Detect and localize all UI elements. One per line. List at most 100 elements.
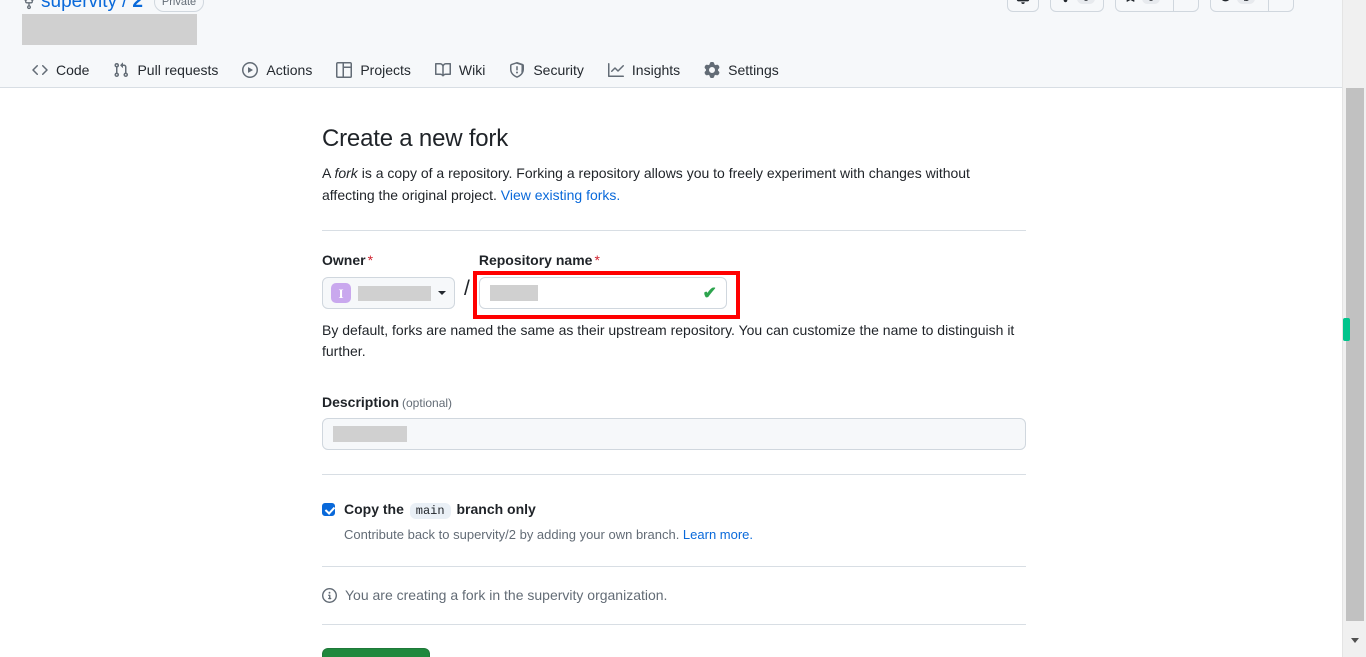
watch-button-main[interactable]: 1 [1211, 0, 1263, 11]
nav-item-label: Security [533, 62, 584, 78]
owner-select[interactable]: I [322, 277, 455, 309]
star-dropdown[interactable] [1173, 0, 1198, 11]
repository-name-field-group: Repository name * ✔ [478, 252, 1026, 309]
scroll-up-arrow[interactable] [1343, 0, 1366, 22]
copy-branch-subtext-text: Contribute back to supervity/2 by adding… [344, 527, 683, 542]
chevron-down-icon [438, 291, 446, 295]
repository-name-required-marker: * [594, 252, 600, 268]
redacted-repository-value [489, 285, 538, 301]
avatar: I [331, 283, 351, 303]
owner-field-group: Owner * I [322, 252, 455, 309]
code-icon [32, 62, 48, 78]
repo-header: supervity / 2 Private 0 [0, 0, 1342, 88]
divider-footer [322, 624, 1026, 625]
bell-icon [1016, 0, 1030, 7]
redacted-description-value [333, 426, 407, 442]
repo-owner-link[interactable]: supervity [41, 0, 117, 14]
description-optional-text: (optional) [402, 396, 453, 410]
repo-breadcrumb: supervity / 2 Private [22, 0, 205, 14]
copy-branch-prefix: Copy the [344, 501, 404, 517]
watch-dropdown[interactable] [1268, 0, 1293, 11]
create-fork-button[interactable]: Create fork [322, 648, 430, 657]
shield-icon [509, 62, 525, 78]
copy-branch-subtext: Contribute back to supervity/2 by adding… [344, 525, 753, 544]
repository-name-label: Repository name * [479, 252, 1026, 269]
repo-breadcrumb-separator: / [122, 0, 128, 12]
learn-more-link[interactable]: Learn more. [683, 527, 753, 542]
copy-branch-text-group: Copy the main branch only Contribute bac… [344, 499, 753, 544]
avatar-initial: I [338, 285, 344, 301]
repository-name-help-text: By default, forks are named the same as … [322, 322, 1015, 359]
divider-bottom [322, 566, 1026, 567]
copy-branch-group: Copy the main branch only Contribute bac… [322, 499, 1026, 544]
owner-label: Owner * [322, 252, 455, 269]
pull-request-icon [113, 62, 129, 78]
repository-name-label-text: Repository name [478, 252, 593, 268]
scroll-down-arrow[interactable] [1343, 629, 1366, 651]
nav-item-projects[interactable]: Projects [326, 54, 421, 86]
fork-button-main[interactable]: 0 [1051, 0, 1103, 11]
notifications-button[interactable] [1007, 0, 1039, 12]
nav-item-label: Insights [631, 62, 681, 78]
nav-item-pull-requests[interactable]: Pull requests [103, 54, 228, 86]
scroll-thumb[interactable] [1346, 88, 1364, 621]
fork-count: 0 [1077, 0, 1095, 4]
lede-emphasis: fork [334, 165, 358, 181]
lede-text-1: A [322, 165, 335, 181]
lede-text-2: is a copy of a repository. Forking a rep… [322, 165, 970, 203]
divider-top [322, 230, 1026, 231]
nav-item-security[interactable]: Security [499, 54, 594, 86]
star-count: 0 [1142, 0, 1160, 4]
repo-forked-icon [22, 0, 36, 10]
organization-notice: You are creating a fork in the supervity… [322, 585, 1026, 606]
description-label-text: Description [322, 394, 400, 410]
watch-button[interactable]: 1 [1210, 0, 1294, 12]
graph-icon [607, 62, 624, 78]
check-icon: ✔ [702, 283, 717, 303]
nav-item-code[interactable]: Code [22, 54, 99, 86]
branch-name-chip: main [409, 503, 451, 519]
nav-item-label: Pull requests [137, 62, 219, 78]
repository-name-input[interactable]: ✔ [478, 277, 727, 309]
owner-repo-separator: / [464, 277, 470, 300]
owner-label-text: Owner [322, 252, 366, 268]
star-button-main[interactable]: 0 [1116, 0, 1168, 11]
description-input[interactable] [322, 418, 1026, 450]
repo-visibility-badge: Private [153, 0, 205, 12]
copy-branch-suffix: branch only [456, 501, 536, 517]
nav-item-wiki[interactable]: Wiki [425, 54, 495, 86]
page-root: supervity / 2 Private 0 [0, 0, 1366, 657]
fork-button[interactable]: 0 [1050, 0, 1104, 12]
repo-name-link[interactable]: 2 [132, 0, 143, 14]
play-icon [242, 62, 259, 78]
nav-item-label: Code [56, 62, 90, 78]
page-title: Create a new fork [322, 125, 509, 152]
table-icon [336, 62, 353, 78]
star-icon [1124, 0, 1137, 6]
repo-nav: Code Pull requests Actions Projects Wiki… [22, 52, 789, 88]
nav-item-label: Settings [728, 62, 779, 78]
description-label: Description (optional) [322, 394, 1026, 410]
owner-required-marker: * [367, 252, 374, 268]
main-content: Create a new fork A fork is a copy of a … [0, 88, 1342, 657]
copy-branch-checkbox[interactable] [322, 503, 335, 516]
chevron-down-icon [1351, 637, 1359, 643]
nav-item-settings[interactable]: Settings [694, 54, 789, 86]
nav-item-insights[interactable]: Insights [598, 54, 690, 86]
gear-icon [704, 62, 720, 78]
nav-item-actions[interactable]: Actions [232, 54, 322, 86]
owner-repo-row: Owner * I / Repository name * ✔ [322, 252, 1026, 309]
create-fork-form: Create a new fork A fork is a copy of a … [322, 124, 1026, 657]
book-icon [434, 62, 451, 78]
redacted-owner-value [358, 285, 431, 301]
eye-icon [1219, 0, 1232, 6]
copy-branch-label[interactable]: Copy the main branch only [344, 499, 753, 522]
repo-action-buttons: 0 0 1 [1007, 0, 1294, 12]
nav-item-label: Wiki [458, 62, 486, 78]
view-existing-forks-link[interactable]: View existing forks. [501, 187, 621, 203]
redacted-region-header [22, 14, 197, 45]
star-button[interactable]: 0 [1115, 0, 1199, 12]
divider-middle [322, 474, 1026, 475]
watch-count: 1 [1237, 0, 1255, 4]
repo-forked-icon [1059, 0, 1072, 6]
